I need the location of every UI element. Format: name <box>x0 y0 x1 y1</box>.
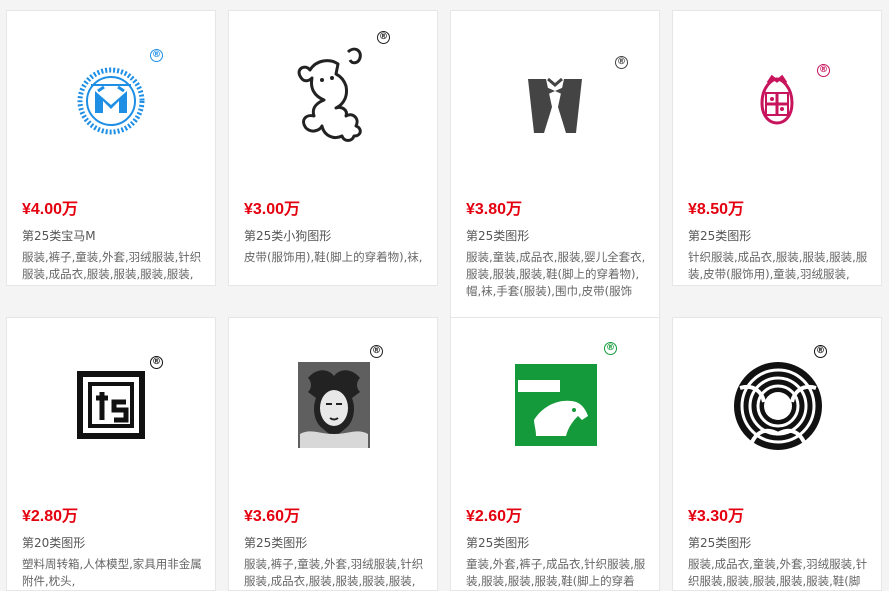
goods-description: 服装,裤子,童装,外套,羽绒服装,针织服装,成品衣,服装,服装,服装,服装,鞋(… <box>244 557 424 588</box>
trademark-name: 第25类图形 <box>466 229 530 243</box>
trademark-name: 第25类图形 <box>466 536 530 550</box>
trademark-card[interactable]: ® ¥3.80万 第25类图形 服装,童装,成品衣,服装,婴儿全套衣,服装,服装… <box>450 10 660 324</box>
trademark-name: 第25类小狗图形 <box>244 229 332 243</box>
trademark-name: 第25类图形 <box>688 229 752 243</box>
registered-mark: ® <box>817 64 830 77</box>
registered-mark: ® <box>604 342 617 355</box>
price: ¥3.30万 <box>688 508 745 525</box>
trademark-name: 第20类图形 <box>22 536 86 550</box>
pink-crest-logo-icon <box>673 11 881 181</box>
registered-mark: ® <box>615 56 628 69</box>
green-horse-head-logo-icon <box>451 318 659 488</box>
price: ¥2.80万 <box>22 508 79 525</box>
goods-description: 服装,裤子,童装,外套,羽绒服装,针织服装,成品衣,服装,服装,服装,服装,鞋(… <box>22 250 202 281</box>
registered-mark: ® <box>814 345 827 358</box>
price: ¥3.60万 <box>244 508 301 525</box>
trademark-card[interactable]: ® ¥3.60万 第25类图形 服装,裤子,童装,外套,羽绒服装,针织服装,成品… <box>228 317 438 591</box>
trademark-card[interactable]: ® ¥4.00万 第25类宝马M 服装,裤子,童装,外套,羽绒服装,针织服装,成… <box>6 10 216 286</box>
goods-description: 皮带(服饰用),鞋(脚上的穿着物),袜, <box>244 250 423 264</box>
puppy-outline-logo-icon <box>229 11 437 181</box>
goods-description: 塑料周转箱,人体模型,家具用非金属附件,枕头, <box>22 557 202 588</box>
trademark-card[interactable]: ® ¥2.60万 第25类图形 童装,外套,裤子,成品衣,针织服装,服装,服装,… <box>450 317 660 591</box>
trademark-card[interactable]: ® ¥3.00万 第25类小狗图形 皮带(服饰用),鞋(脚上的穿着物),袜, <box>228 10 438 286</box>
tg-square-logo-icon <box>7 318 215 488</box>
swirl-circle-logo-icon <box>673 318 881 488</box>
trademark-name: 第25类图形 <box>688 536 752 550</box>
trademark-card[interactable]: ® ¥3.30万 第25类图形 服装,成品衣,童装,外套,羽绒服装,针织服装,服… <box>672 317 882 591</box>
registered-mark: ® <box>370 345 383 358</box>
goods-description: 服装,童装,成品衣,服装,婴儿全套衣,服装,服装,服装,鞋(脚上的穿着物),帽,… <box>466 250 646 303</box>
tuxedo-bowtie-logo-icon <box>451 11 659 181</box>
vintage-portrait-logo-icon <box>229 318 437 488</box>
goods-description: 服装,成品衣,童装,外套,羽绒服装,针织服装,服装,服装,服装,服装,鞋(脚上的 <box>688 557 868 588</box>
price: ¥4.00万 <box>22 201 79 218</box>
price: ¥3.80万 <box>466 201 523 218</box>
registered-mark: ® <box>377 31 390 44</box>
registered-mark: ® <box>150 49 163 62</box>
goods-description: 针织服装,成品衣,服装,服装,服装,服装,皮带(服饰用),童装,羽绒服装, <box>688 250 868 281</box>
price: ¥2.60万 <box>466 508 523 525</box>
goods-description: 童装,外套,裤子,成品衣,针织服装,服装,服装,服装,服装,鞋(脚上的穿着物), <box>466 557 646 588</box>
trademark-card[interactable]: ® ¥8.50万 第25类图形 针织服装,成品衣,服装,服装,服装,服装,皮带(… <box>672 10 882 286</box>
trademark-name: 第25类宝马M <box>22 229 96 243</box>
price: ¥3.00万 <box>244 201 301 218</box>
price: ¥8.50万 <box>688 201 745 218</box>
registered-mark: ® <box>150 356 163 369</box>
trademark-card[interactable]: ® ¥2.80万 第20类图形 塑料周转箱,人体模型,家具用非金属附件,枕头, <box>6 317 216 591</box>
circular-blue-m-logo-icon <box>7 11 215 181</box>
trademark-name: 第25类图形 <box>244 536 308 550</box>
